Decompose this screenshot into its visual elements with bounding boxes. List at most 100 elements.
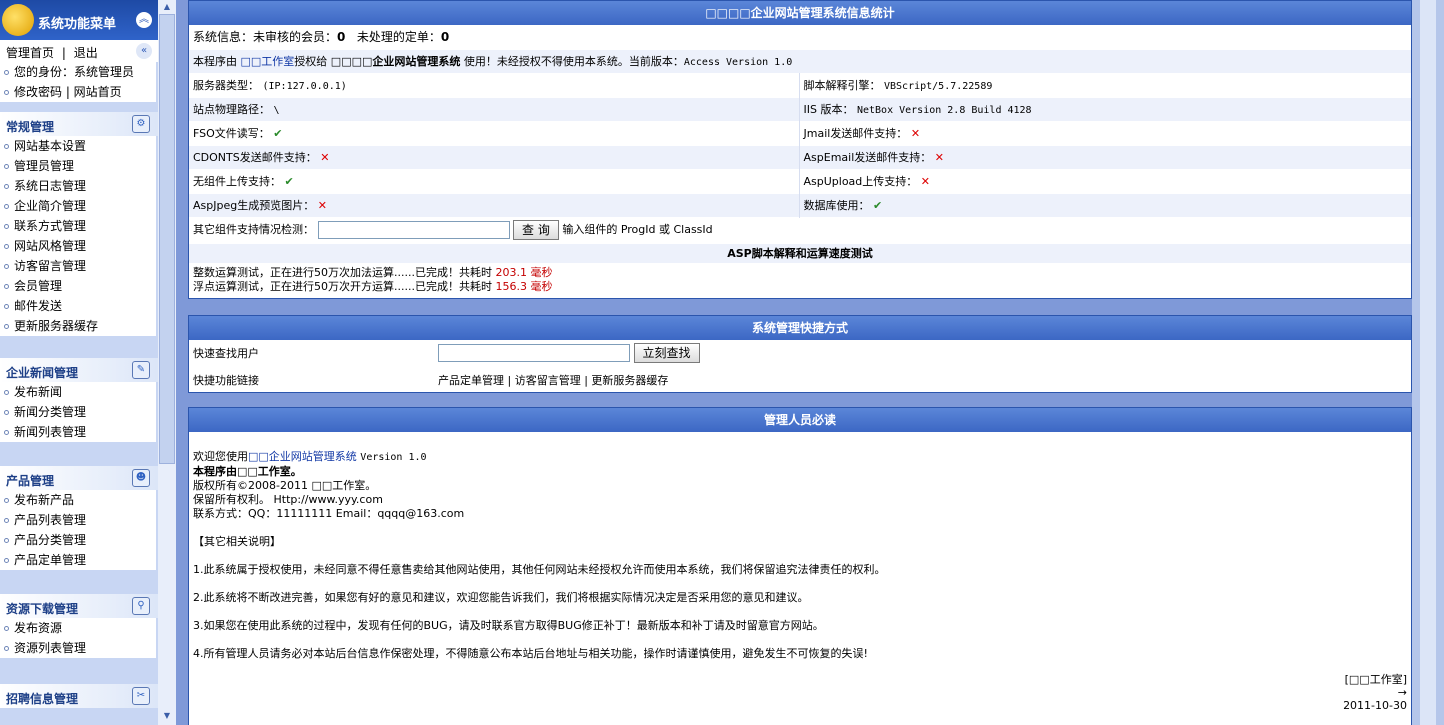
main-scrollbar[interactable] xyxy=(1412,0,1444,725)
sidebar-item-profile[interactable]: 企业简介管理 xyxy=(0,196,156,216)
float-test-line: 浮点运算测试，正在进行50万次开方运算......已完成！共耗时 156.3 毫… xyxy=(193,280,1407,294)
check-icon: ✔ xyxy=(873,199,883,212)
database-label: 数据库使用： xyxy=(803,199,870,212)
scroll-up-arrow-icon[interactable]: ▲ xyxy=(161,2,173,14)
query-button[interactable]: 查 询 xyxy=(513,220,559,240)
cdonts-label: CDONTS发送邮件支持： xyxy=(193,151,317,164)
sidebar-item-resource-list[interactable]: 资源列表管理 xyxy=(0,638,156,658)
stat-row: 服务器类型： (IP:127.0.0.1) 脚本解释引擎： VBScript/5… xyxy=(189,73,1411,97)
sidebar-item-mail[interactable]: 邮件发送 xyxy=(0,296,156,316)
sidebar-item-label: 新闻分类管理 xyxy=(14,405,87,419)
sidebar-item-logs[interactable]: 系统日志管理 xyxy=(0,176,156,196)
scroll-down-arrow-icon[interactable]: ▼ xyxy=(161,711,173,723)
sidebar-item-news-category[interactable]: 新闻分类管理 xyxy=(0,402,156,422)
job-icon: ✂ xyxy=(132,687,150,705)
bullet-icon xyxy=(4,184,9,189)
sysinfo-label: 系统信息：未审核的会员： xyxy=(193,30,338,45)
server-type-label: 服务器类型： xyxy=(193,79,259,92)
quick-link-guestbook[interactable]: 访客留言管理 xyxy=(515,374,581,387)
password-home-item[interactable]: 修改密码 | 网站首页 xyxy=(0,82,156,102)
section-jobs[interactable]: 招聘信息管理 ✂ xyxy=(0,684,158,708)
section-products[interactable]: 产品管理 ☻ xyxy=(0,466,158,490)
bullet-icon xyxy=(4,204,9,209)
stat-row: AspJpeg生成预览图片： ✕ 数据库使用： ✔ xyxy=(189,193,1411,217)
welcome-line: 欢迎您使用□□企业网站管理系统 Version 1.0 xyxy=(193,450,1407,465)
sidebar-item-product-orders[interactable]: 产品定单管理 xyxy=(0,550,156,570)
bullet-icon xyxy=(4,144,9,149)
sidebar-item-publish-news[interactable]: 发布新闻 xyxy=(0,382,156,402)
sidebar-item-contact[interactable]: 联系方式管理 xyxy=(0,216,156,236)
path-value: \ xyxy=(273,105,280,116)
sidebar-item-label: 发布新产品 xyxy=(14,493,75,507)
find-user-row: 快速查找用户 立刻查找 xyxy=(189,340,1411,368)
bullet-icon xyxy=(4,410,9,415)
sidebar-item-publish-resource[interactable]: 发布资源 xyxy=(0,618,156,638)
speed-results-row: 整数运算测试，正在进行50万次加法运算......已完成！共耗时 203.1 毫… xyxy=(189,263,1411,298)
unhandled-count: 0 xyxy=(440,30,450,45)
bullet-icon xyxy=(4,646,9,651)
sidebar-header: 系统功能菜单 ︽ xyxy=(0,0,158,40)
gear-icon: ⚙ xyxy=(132,115,150,133)
fso-label: FSO文件读写： xyxy=(193,127,270,140)
sidebar-item-guestbook[interactable]: 访客留言管理 xyxy=(0,256,156,276)
iis-label: IIS 版本： xyxy=(803,103,854,116)
sidebar-item-news-list[interactable]: 新闻列表管理 xyxy=(0,422,156,442)
section-downloads[interactable]: 资源下载管理 ⚲ xyxy=(0,594,158,618)
sidebar-item-style[interactable]: 网站风格管理 xyxy=(0,236,156,256)
stat-row: 无组件上传支持： ✔ AspUpload上传支持： ✕ xyxy=(189,169,1411,193)
int-test-time: 203.1 毫秒 xyxy=(495,265,553,279)
section-general[interactable]: 常规管理 ⚙ xyxy=(0,112,158,136)
server-type-value: (IP:127.0.0.1) xyxy=(262,81,347,92)
sidebar-item-cache[interactable]: 更新服务器缓存 xyxy=(0,316,156,336)
cross-icon: ✕ xyxy=(934,151,944,164)
news-icon: ✎ xyxy=(132,361,150,379)
notice-title: 管理人员必读 xyxy=(189,408,1411,432)
sidebar-item-label: 网站风格管理 xyxy=(14,239,87,253)
find-user-label: 快速查找用户 xyxy=(193,347,259,361)
password-home-text[interactable]: 修改密码 | 网站首页 xyxy=(14,85,122,99)
sidebar-item-label: 联系方式管理 xyxy=(14,219,87,233)
float-test-time: 156.3 毫秒 xyxy=(495,279,553,293)
stats-title: □□□□企业网站管理系统信息统计 xyxy=(189,1,1411,25)
system-name: □□□□企业网站管理系统 xyxy=(330,55,461,68)
section-news[interactable]: 企业新闻管理 ✎ xyxy=(0,358,158,382)
bullet-icon xyxy=(4,430,9,435)
check-icon: ✔ xyxy=(284,175,294,188)
sidebar-item-label: 资源列表管理 xyxy=(14,641,87,655)
component-query-input[interactable] xyxy=(317,221,510,239)
sidebar-item-product-list[interactable]: 产品列表管理 xyxy=(0,510,156,530)
sidebar-item-site-settings[interactable]: 网站基本设置 xyxy=(0,136,156,156)
bullet-icon xyxy=(4,498,9,503)
quick-link-cache[interactable]: 更新服务器缓存 xyxy=(591,374,668,387)
sidebar-item-label: 会员管理 xyxy=(14,279,63,293)
aspjpeg-label: AspJpeg生成预览图片： xyxy=(193,199,315,212)
main-content: □□□□企业网站管理系统信息统计 系统信息：未审核的会员：0 未处理的定单：0 … xyxy=(188,0,1412,725)
find-user-input[interactable] xyxy=(438,344,630,363)
sysinfo-row: 系统信息：未审核的会员：0 未处理的定单：0 xyxy=(189,25,1411,49)
find-user-button[interactable]: 立刻查找 xyxy=(633,343,700,364)
sidebar-item-product-category[interactable]: 产品分类管理 xyxy=(0,530,156,550)
sidebar-item-members[interactable]: 会员管理 xyxy=(0,276,156,296)
quick-link-orders[interactable]: 产品定单管理 xyxy=(438,374,504,387)
sidebar-scrollbar[interactable]: ▲ ▼ xyxy=(158,0,176,725)
bullet-icon xyxy=(4,224,9,229)
scrollbar-track[interactable] xyxy=(1420,0,1436,725)
menu-logo-icon xyxy=(2,4,34,36)
welcome-system-link[interactable]: □□企业网站管理系统 xyxy=(248,450,357,463)
admin-home-link[interactable]: 管理首页 xyxy=(6,46,54,60)
sidebar-item-label: 新闻列表管理 xyxy=(14,425,87,439)
collapse-icon[interactable]: « xyxy=(136,43,152,59)
collapse-chevron-icon[interactable]: ︽ xyxy=(136,12,152,28)
sidebar-item-label: 邮件发送 xyxy=(14,299,63,313)
studio-link[interactable]: □□工作室 xyxy=(241,55,295,68)
bullet-icon xyxy=(4,390,9,395)
sidebar-item-admins[interactable]: 管理员管理 xyxy=(0,156,156,176)
component-query-label: 其它组件支持情况检测： xyxy=(193,223,314,236)
sidebar-item-label: 访客留言管理 xyxy=(14,259,87,273)
logout-link[interactable]: 退出 xyxy=(74,46,98,60)
system-stats-panel: □□□□企业网站管理系统信息统计 系统信息：未审核的会员：0 未处理的定单：0 … xyxy=(188,0,1412,299)
sidebar-item-new-product[interactable]: 发布新产品 xyxy=(0,490,156,510)
stat-row: 站点物理路径： \ IIS 版本： NetBox Version 2.8 Bui… xyxy=(189,97,1411,121)
version-text: Access Version 1.0 xyxy=(683,57,793,68)
scrollbar-thumb[interactable] xyxy=(159,14,175,464)
